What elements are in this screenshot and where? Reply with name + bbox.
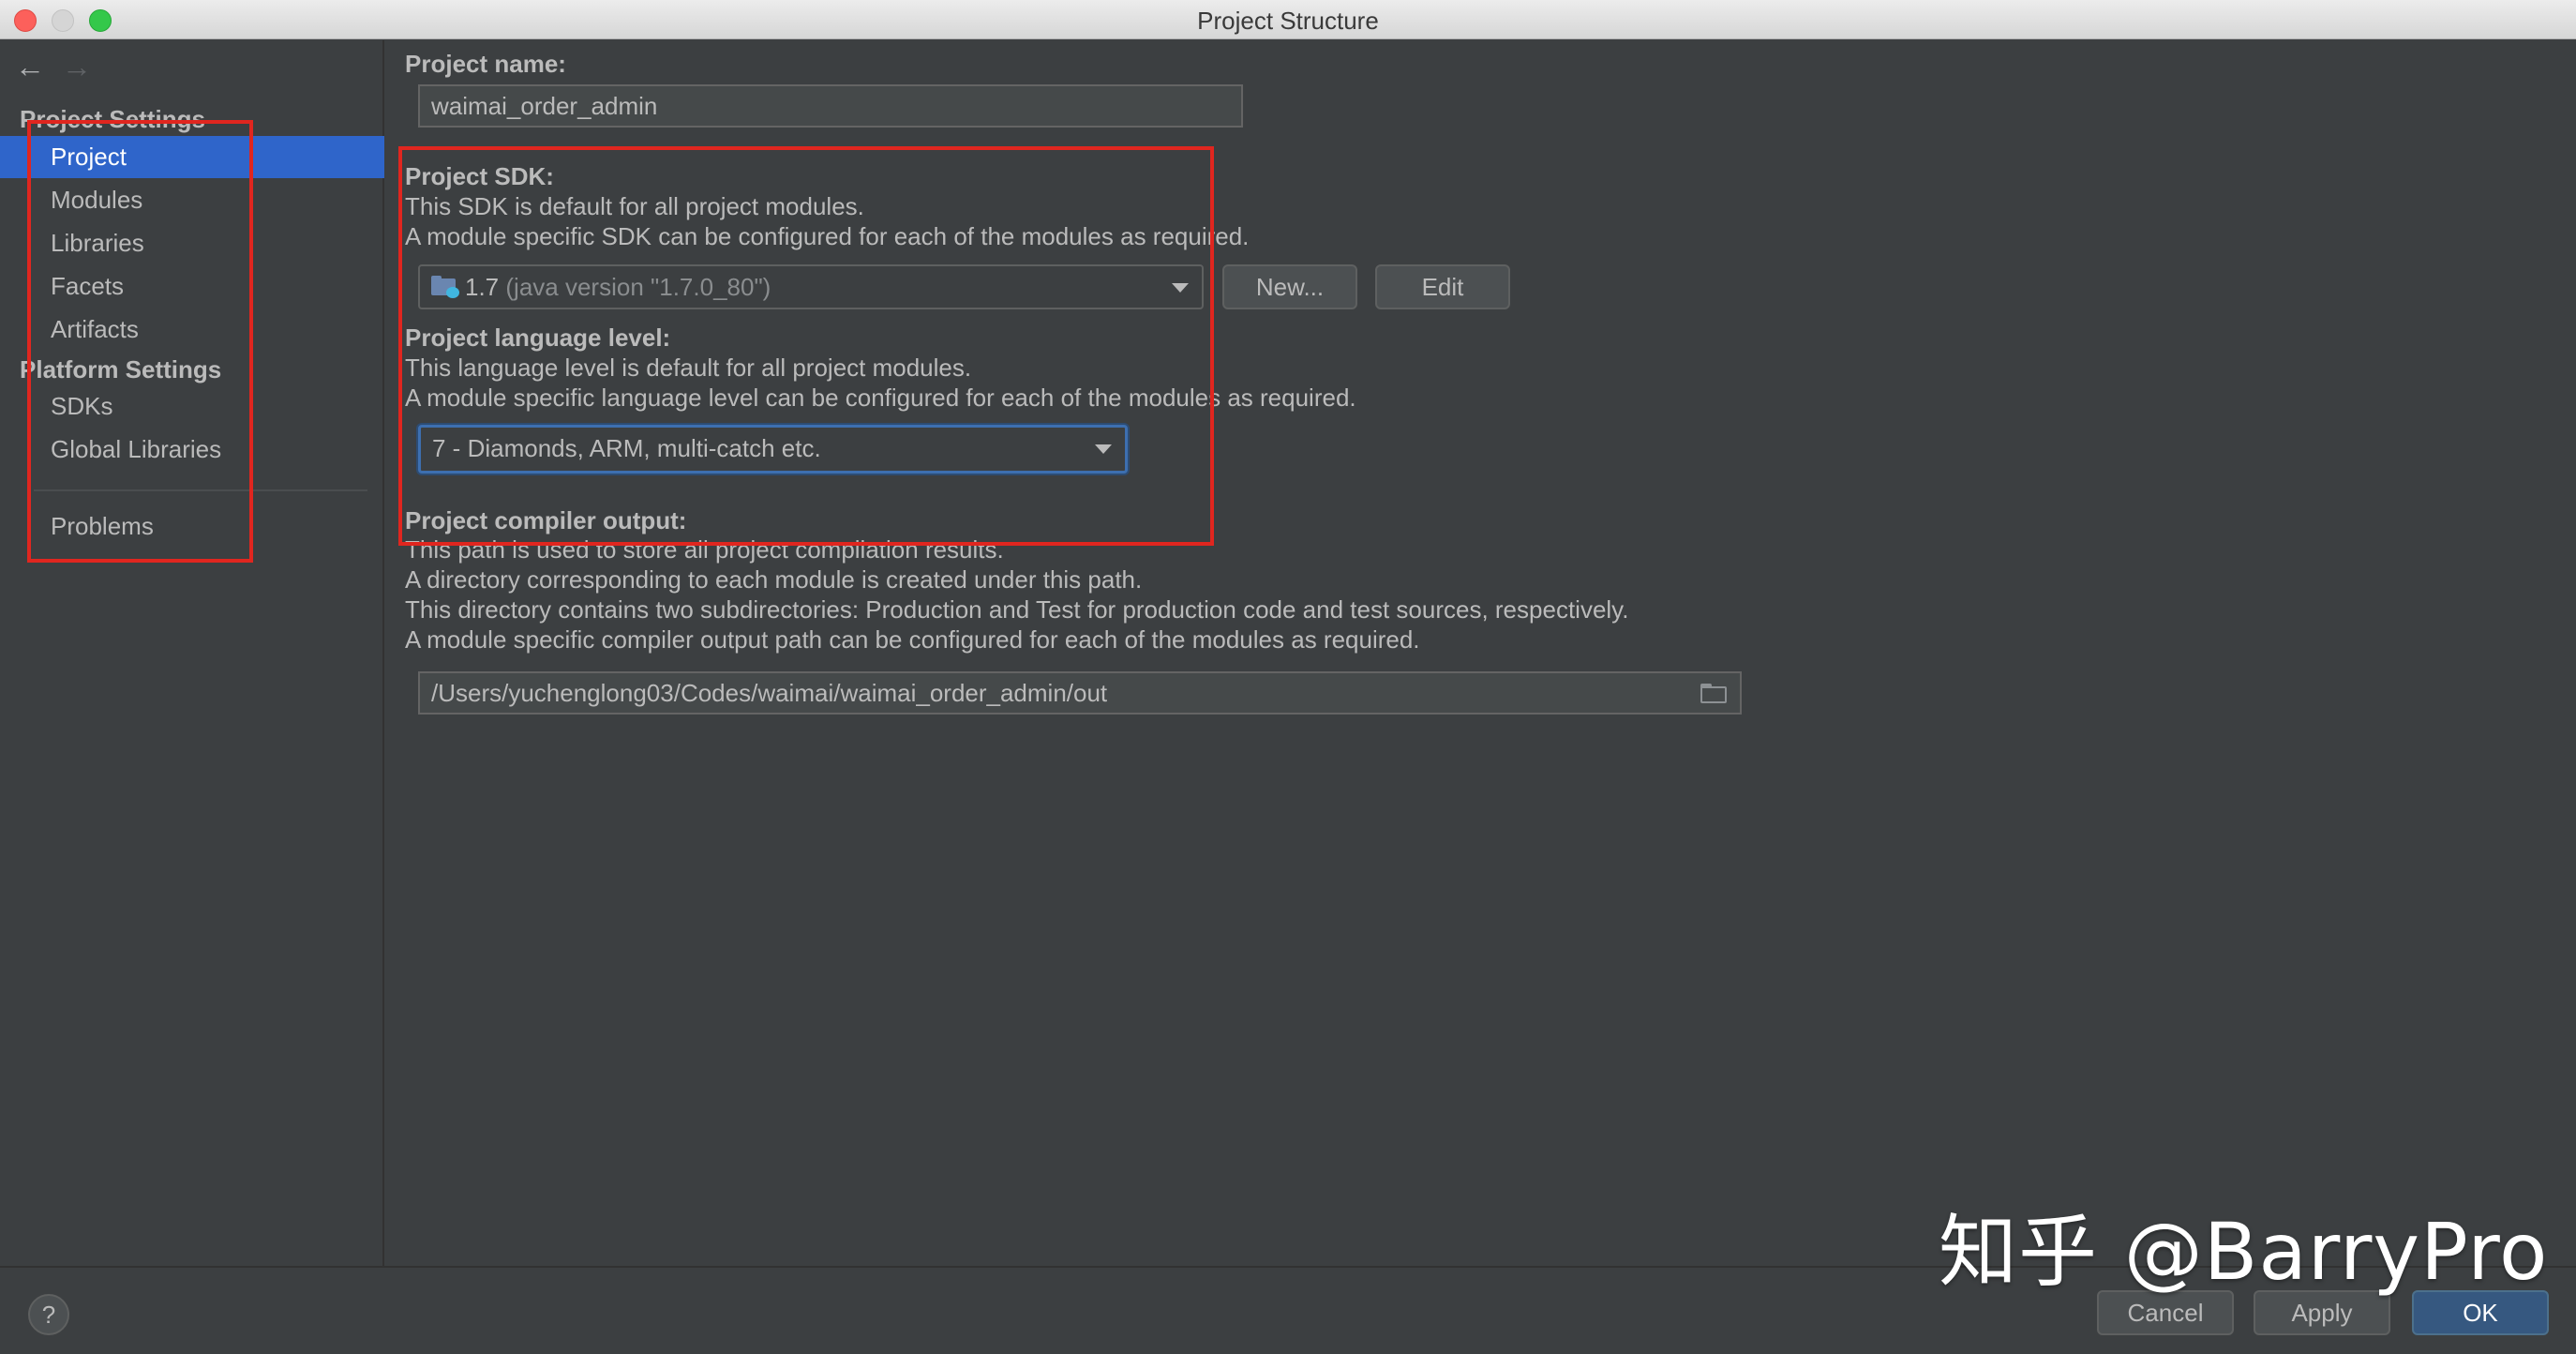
help-button[interactable]: ? [28, 1294, 69, 1335]
compiler-output-desc-4: A module specific compiler output path c… [405, 625, 1420, 654]
compiler-output-desc-3: This directory contains two subdirectori… [405, 595, 1629, 624]
zhihu-watermark: 知乎 @BarryPro [1939, 1206, 2549, 1298]
forward-arrow-icon[interactable]: → [62, 52, 92, 82]
edit-sdk-button[interactable]: Edit [1375, 264, 1510, 309]
back-arrow-icon[interactable]: ← [15, 52, 45, 82]
sidebar-highlight-box [27, 120, 253, 563]
compiler-output-path: /Users/yuchenglong03/Codes/waimai/waimai… [431, 679, 1108, 707]
compiler-output-desc-2: A directory corresponding to each module… [405, 565, 1143, 594]
browse-folder-icon[interactable] [1700, 684, 1729, 704]
new-sdk-button[interactable]: New... [1222, 264, 1357, 309]
window-title: Project Structure [1197, 7, 1379, 35]
window-titlebar: Project Structure [0, 0, 2576, 39]
sdk-language-highlight-box [398, 146, 1214, 546]
compiler-output-path-input[interactable]: /Users/yuchenglong03/Codes/waimai/waimai… [418, 671, 1742, 715]
project-name-label: Project name: [405, 50, 566, 78]
project-name-input[interactable]: waimai_order_admin [418, 84, 1243, 128]
